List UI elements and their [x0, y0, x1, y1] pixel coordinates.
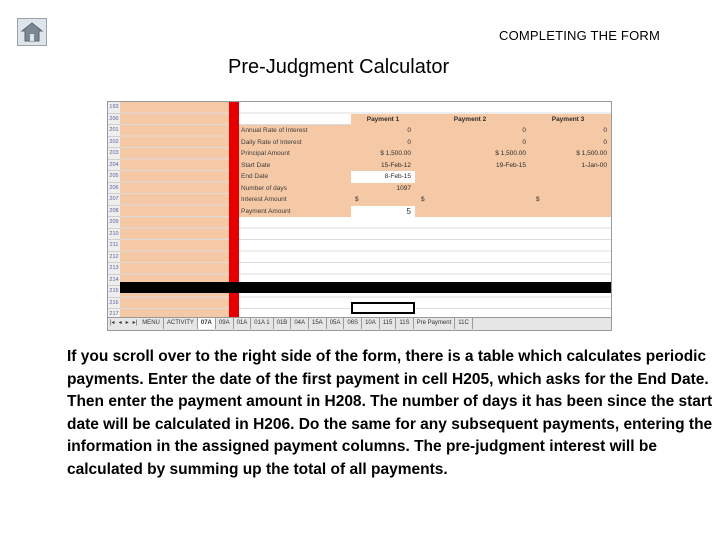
p1-annual-rate[interactable]: 0	[351, 125, 415, 137]
p2-start-date[interactable]: 19-Feb-15	[428, 160, 530, 172]
payment-2-header: Payment 2	[453, 115, 487, 123]
label-interest-amount: Interest Amount	[241, 196, 287, 203]
sheet-tab-bar: |◂ ◂ ▸ ▸| MENU ACTIVITY 07A 09A 01A 01A 1 01B 04A 15…	[108, 317, 611, 330]
label-end-date: End Date	[241, 173, 269, 180]
row-number[interactable]: 207	[108, 194, 120, 206]
sheet-tab[interactable]: Pre Payment	[414, 318, 456, 329]
tab-scroll-next-icon[interactable]: ▸	[124, 318, 131, 329]
p3-daily-rate[interactable]: 0	[533, 137, 611, 149]
p3-start-date[interactable]: 1-Jan-00	[533, 160, 611, 172]
tab-scroll-first-icon[interactable]: |◂	[108, 318, 117, 329]
p1-payment-amount[interactable]: 5	[351, 206, 415, 218]
sheet-tab[interactable]: 07A	[197, 318, 216, 329]
p2-principal[interactable]: $ 1,500.00	[428, 148, 530, 160]
sheet-tab[interactable]: 05A	[327, 318, 345, 329]
row-number[interactable]: 205	[108, 171, 120, 183]
sheet-tab[interactable]: ACTIVITY	[164, 318, 198, 329]
tab-scroll-last-icon[interactable]: ▸|	[131, 318, 140, 329]
black-divider-row	[120, 282, 611, 293]
row-number[interactable]: 213	[108, 263, 120, 275]
p2-daily-rate[interactable]: 0	[428, 137, 530, 149]
p3-principal[interactable]: $ 1,500.00	[533, 148, 611, 160]
sheet-tabs: MENU ACTIVITY 07A 09A 01A 01A 1 01B 04A 15A 05A 06…	[139, 318, 473, 329]
sheet-tab[interactable]: 01A 1	[251, 318, 274, 329]
sheet-tab[interactable]: 15A	[309, 318, 327, 329]
cell-reference-h208: H208	[324, 393, 362, 411]
cell-reference-h205: H205	[452, 370, 490, 388]
sheet-tab[interactable]: 06S	[344, 318, 363, 329]
p1-interest-amount[interactable]: $	[355, 194, 415, 206]
p2-payment-amount[interactable]	[428, 206, 530, 218]
selected-cell[interactable]	[351, 302, 415, 314]
p3-end-date[interactable]	[533, 171, 611, 183]
row-number[interactable]: 203	[108, 148, 120, 160]
sheet-tab[interactable]: 11S	[396, 318, 414, 329]
label-annual-rate: Annual Rate of Interest	[241, 127, 308, 134]
tab-scroll-prev-icon[interactable]: ◂	[117, 318, 124, 329]
label-number-of-days: Number of days	[241, 184, 287, 192]
row-number[interactable]: 216	[108, 298, 120, 309]
row-number[interactable]: 201	[108, 125, 120, 137]
row-number[interactable]: 215	[108, 286, 120, 298]
p1-end-date[interactable]: 8-Feb-15	[351, 171, 415, 183]
payment-3-header: Payment 3	[551, 115, 585, 123]
sheet-tab[interactable]: 10A	[362, 318, 380, 329]
p2-number-of-days[interactable]	[428, 183, 530, 195]
label-daily-rate: Daily Rate of Interest	[241, 138, 302, 146]
p1-number-of-days[interactable]: 1097	[351, 183, 415, 195]
row-number[interactable]: 204	[108, 160, 120, 171]
p2-annual-rate[interactable]: 0	[428, 125, 530, 137]
instruction-paragraph: If you scroll over to the right side of …	[67, 346, 715, 482]
sheet-tab[interactable]: 11C	[455, 318, 473, 329]
p1-daily-rate[interactable]: 0	[351, 137, 415, 149]
row-number[interactable]: 214	[108, 275, 120, 286]
spreadsheet-screenshot: 193 200 201 202 203 204 205 206 207 208 209 210 211 2…	[107, 101, 612, 331]
p1-principal[interactable]: $ 1,500.00	[355, 148, 415, 160]
payment-1-header: Payment 1	[366, 115, 400, 123]
p3-payment-amount[interactable]	[533, 206, 611, 218]
row-number[interactable]: 200	[108, 114, 120, 125]
section-title: COMPLETING THE FORM	[498, 28, 660, 43]
sheet-tab[interactable]: 01A	[234, 318, 252, 329]
sheet-tab[interactable]: 09A	[216, 318, 234, 329]
p2-interest-amount[interactable]: $	[421, 194, 451, 206]
sheet-tab[interactable]: 01B	[274, 318, 292, 329]
p3-interest-amount[interactable]: $	[536, 194, 566, 206]
sheet-tab[interactable]: MENU	[139, 318, 164, 329]
row-number[interactable]: 208	[108, 206, 120, 217]
row-number[interactable]: 193	[108, 102, 120, 114]
slide-title: Pre-Judgment Calculator	[228, 56, 450, 78]
row-number[interactable]: 212	[108, 252, 120, 263]
row-number[interactable]: 206	[108, 183, 120, 194]
sheet-tab[interactable]: 04A	[291, 318, 309, 329]
label-principal: Principal Amount	[241, 150, 290, 157]
row-number[interactable]: 209	[108, 217, 120, 229]
p2-end-date[interactable]	[428, 171, 530, 183]
row-number[interactable]: 202	[108, 137, 120, 148]
p1-start-date[interactable]: 15-Feb-12	[351, 160, 415, 172]
label-payment-amount: Payment Amount	[241, 207, 291, 215]
sheet-tab[interactable]: 115	[380, 318, 397, 329]
row-number[interactable]: 210	[108, 229, 120, 240]
p3-number-of-days[interactable]	[533, 183, 611, 195]
row-number[interactable]: 211	[108, 240, 120, 252]
label-start-date: Start Date	[241, 161, 271, 169]
p3-annual-rate[interactable]: 0	[533, 125, 611, 137]
cell-reference-h206: H206	[253, 415, 291, 433]
